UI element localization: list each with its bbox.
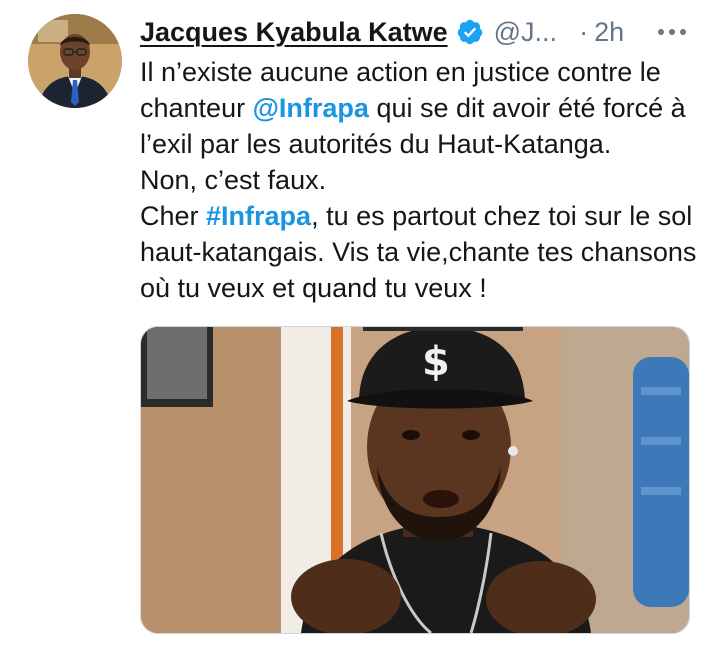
more-options-button[interactable] — [650, 14, 694, 50]
author-display-name[interactable]: Jacques Kyabula Katwe — [140, 17, 448, 48]
more-horizontal-icon — [658, 29, 686, 35]
avatar-photo-icon — [28, 14, 122, 108]
tweet-text-part: Cher — [140, 201, 207, 231]
mention-link[interactable]: @Infrapa — [253, 93, 369, 123]
tweet-card[interactable]: Jacques Kyabula Katwe @J... · 2h Il n’ex… — [0, 0, 720, 650]
tweet-header: Jacques Kyabula Katwe @J... · 2h — [140, 14, 700, 50]
tweet-paragraph-2: Non, c’est faux. — [140, 165, 327, 195]
tweet-media-photo[interactable]: $ — [140, 326, 690, 634]
cap-dollar-symbol: $ — [422, 339, 450, 385]
tweet-paragraph-1: Il n’existe aucune action en justice con… — [140, 54, 700, 162]
author-handle[interactable]: @J... — [494, 17, 557, 48]
header-separator: · — [579, 16, 589, 47]
tweet-text: Il n’existe aucune action en justice con… — [140, 54, 700, 306]
verified-badge-icon — [456, 18, 484, 46]
photo-man-in-cap-icon: $ — [141, 327, 689, 633]
hashtag-link[interactable]: #Infrapa — [206, 201, 311, 231]
author-avatar[interactable] — [28, 14, 122, 108]
tweet-paragraph-3: Cher #Infrapa, tu es partout chez toi su… — [140, 198, 700, 306]
tweet-timestamp[interactable]: 2h — [594, 17, 624, 48]
